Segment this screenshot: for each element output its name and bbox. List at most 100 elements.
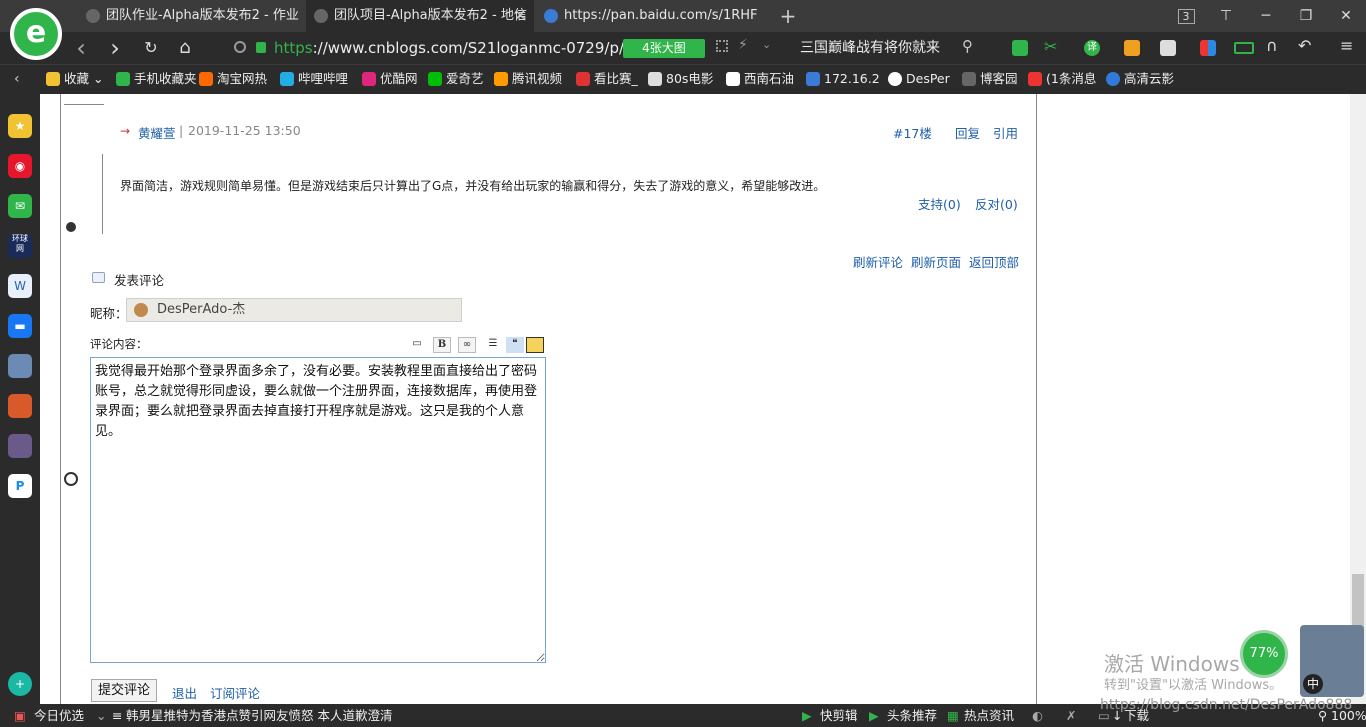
sports-icon (576, 72, 590, 86)
support-link[interactable]: 支持(0) (918, 194, 961, 213)
sidebar-game-icon-1[interactable] (8, 354, 32, 378)
forward-button[interactable]: › (100, 32, 130, 64)
menu-icon[interactable]: ≡ (1340, 36, 1353, 55)
sidebar-chat-icon[interactable]: ▬ (8, 314, 32, 338)
browser-logo-icon[interactable]: e (10, 8, 62, 60)
submit-comment-button[interactable]: 提交评论 (91, 679, 157, 702)
bookmark-ip[interactable]: 172.16.2 (806, 64, 880, 94)
headline-recommend[interactable]: 头条推荐 (887, 704, 937, 727)
reply-link[interactable]: 回复 (955, 123, 980, 142)
sidebar-game-icon-2[interactable] (8, 394, 32, 418)
bold-tool-button[interactable]: B (433, 337, 451, 353)
bookmark-80s[interactable]: 80s电影 (648, 64, 713, 94)
subscribe-comments-link[interactable]: 订阅评论 (210, 683, 260, 702)
bookmark-swpu[interactable]: 西南石油 (726, 64, 794, 94)
bookmark-favorites[interactable]: 收藏 ⌄ (46, 64, 103, 94)
emoji-tool-icon[interactable]: ▭ (408, 337, 426, 353)
oppose-link[interactable]: 反对(0) (975, 194, 1018, 213)
floating-avatar[interactable]: 中 (1300, 625, 1364, 697)
chevron-down-icon[interactable]: ⌄ (762, 38, 771, 51)
qr-code-icon[interactable] (716, 40, 728, 52)
star-icon (46, 72, 60, 86)
lightning-icon[interactable]: ⚡ (738, 37, 748, 53)
sidebar-star-icon[interactable]: ★ (8, 114, 32, 138)
comment-time: 2019-11-25 13:50 (188, 123, 301, 138)
scissors-icon[interactable]: ✂ (1044, 37, 1057, 56)
image-tool-icon[interactable] (526, 337, 544, 353)
sidebar-mail-icon[interactable]: ✉ (8, 194, 32, 218)
home-button[interactable]: ⌂ (170, 32, 200, 64)
bookmark-cloud-video[interactable]: 高清云影 (1106, 64, 1174, 94)
green-ext-icon[interactable] (1012, 40, 1028, 56)
tab-3[interactable]: https://pan.baidu.com/s/1RHF (536, 0, 768, 32)
address-bar[interactable]: https://www.cnblogs.com/S21loganmc-0729/… (274, 37, 643, 59)
tab-1[interactable]: 团队作业-Alpha版本发布2 - 作业 (78, 0, 306, 32)
sidebar-word-icon[interactable]: W (8, 274, 32, 298)
comment-author[interactable]: 黄耀萱 (138, 123, 176, 142)
sidebar-news-icon[interactable]: 环球网 (8, 234, 32, 258)
ime-indicator[interactable]: 中 (1303, 674, 1323, 694)
maximize-button[interactable]: ❐ (1286, 0, 1326, 32)
new-tab-button[interactable]: + (768, 0, 808, 32)
bookmark-sports[interactable]: 看比赛_ (576, 64, 638, 94)
taobao-icon (199, 72, 213, 86)
bookmark-label: 看比赛_ (594, 71, 638, 86)
speed-icon[interactable]: ◐ (1032, 704, 1043, 727)
bookmark-csdn[interactable]: (1条消息 (1028, 64, 1096, 94)
headphones-icon[interactable]: ∩ (1266, 36, 1278, 55)
comment-content-textarea[interactable] (90, 357, 546, 663)
site-info-icon[interactable] (234, 41, 246, 53)
bookmark-taobao[interactable]: 淘宝网热 (199, 64, 267, 94)
translate-icon[interactable]: 译 (1084, 40, 1100, 56)
bookmark-label: 80s电影 (666, 71, 714, 86)
bookmark-tencent-video[interactable]: 腾讯视频 (494, 64, 562, 94)
pin-icon (66, 222, 76, 232)
refresh-comments-link[interactable]: 刷新评论 (853, 252, 903, 271)
back-to-top-link[interactable]: 返回顶部 (969, 252, 1019, 271)
sidebar-weibo-icon[interactable]: ◉ (8, 154, 32, 178)
back-button[interactable]: ‹ (66, 32, 96, 64)
bookmark-mobile[interactable]: 手机收藏夹 (116, 64, 197, 94)
undo-icon[interactable]: ↶ (1298, 36, 1311, 55)
expand-icon[interactable]: ⌄ (96, 704, 106, 727)
today-picks[interactable]: 今日优选 (34, 704, 84, 727)
apps-icon[interactable] (1200, 40, 1216, 56)
news-link[interactable]: 三国巅峰战有将你就来 (800, 37, 940, 59)
bookmark-label: 高清云影 (1124, 71, 1175, 86)
tab-count-button[interactable]: 3 (1166, 0, 1206, 32)
game-icon[interactable] (1160, 40, 1176, 56)
image-count-badge[interactable]: 4张大图 (623, 39, 705, 58)
speed-gauge[interactable]: 77% (1240, 630, 1288, 678)
logout-link[interactable]: 退出 (172, 683, 197, 702)
minimize-button[interactable]: ─ (1246, 0, 1286, 32)
hot-news[interactable]: 热点资讯 (964, 704, 1014, 727)
bookmark-cnblogs[interactable]: 博客园 (962, 64, 1018, 94)
tab-close-icon[interactable]: ✕ (514, 0, 526, 32)
quote-link[interactable]: 引用 (993, 123, 1018, 142)
battery-icon[interactable] (1234, 42, 1254, 54)
sidebar-game-icon-3[interactable] (8, 434, 32, 458)
refresh-page-link[interactable]: 刷新页面 (911, 252, 961, 271)
news-ticker[interactable]: 韩男星推特为香港点赞引网友愤怒 本人道歉澄清 (126, 704, 392, 727)
bookmark-github[interactable]: DesPer (888, 64, 950, 94)
bookmarks-collapse-icon[interactable]: ‹ (14, 64, 20, 94)
bookmark-bilibili[interactable]: 哔哩哔哩 (280, 64, 348, 94)
sidebar-p-icon[interactable]: P (8, 474, 32, 498)
link-tool-icon[interactable]: ∞ (458, 337, 476, 353)
search-icon[interactable]: ⚲ (962, 37, 973, 55)
reload-button[interactable]: ↻ (136, 32, 166, 64)
pin-icon (64, 472, 78, 486)
code-tool-icon[interactable]: ☰ (484, 337, 502, 353)
tools-icon[interactable]: ✗ (1066, 704, 1076, 727)
bookmark-youku[interactable]: 优酷网 (362, 64, 418, 94)
quote-tool-icon[interactable]: ❝ (506, 337, 524, 353)
page-scrollbar[interactable] (1350, 94, 1366, 704)
skin-icon[interactable]: ⊤ (1206, 0, 1246, 32)
sidebar-add-icon[interactable]: + (8, 672, 32, 696)
close-button[interactable]: ✕ (1326, 0, 1366, 32)
tab-2[interactable]: 团队项目-Alpha版本发布2 - 地信 ✕ (306, 0, 534, 32)
shield-icon[interactable] (1124, 40, 1140, 56)
comment-floor[interactable]: #17楼 (893, 123, 932, 142)
quick-clip[interactable]: 快剪辑 (820, 704, 858, 727)
bookmark-iqiyi[interactable]: 爱奇艺 (428, 64, 484, 94)
